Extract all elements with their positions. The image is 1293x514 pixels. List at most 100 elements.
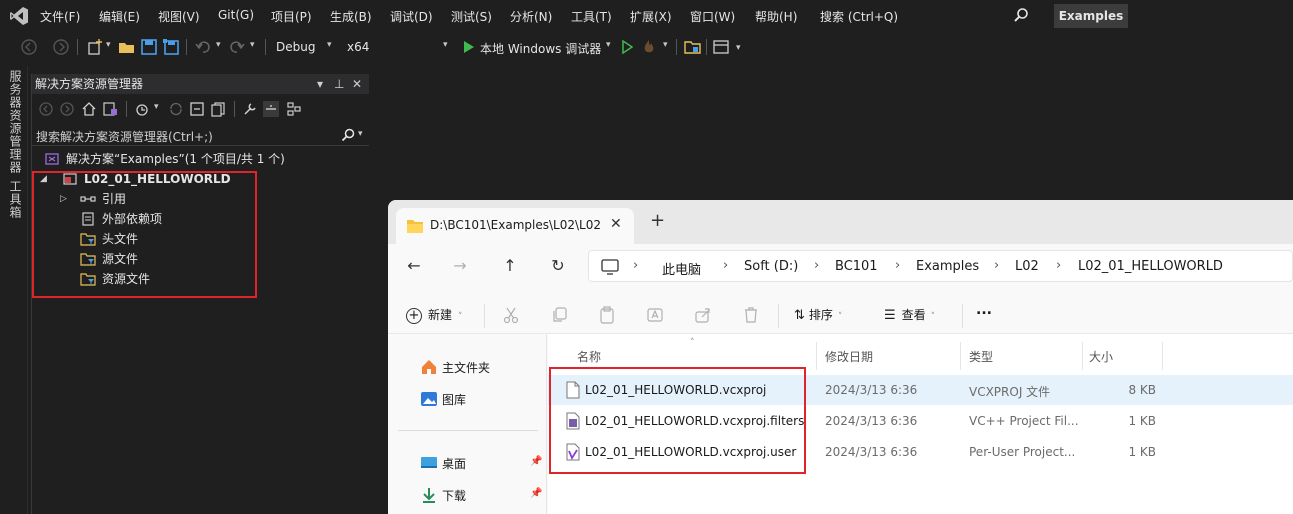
close-icon[interactable]: ✕	[352, 74, 362, 94]
forward-icon[interactable]	[59, 101, 75, 117]
solution-search-bar[interactable]: 搜索解决方案资源管理器(Ctrl+;) ▾	[32, 124, 369, 146]
platform-select[interactable]: x64	[347, 40, 369, 54]
share-icon[interactable]	[694, 306, 712, 324]
new-project-dropdown-icon[interactable]: ▾	[106, 40, 111, 50]
column-header-date[interactable]: 修改日期	[825, 348, 873, 365]
nav-desktop[interactable]: 桌面	[442, 455, 466, 472]
redo-dropdown-icon[interactable]: ▾	[250, 40, 255, 50]
nav-downloads[interactable]: 下载	[442, 487, 466, 504]
pending-changes-filter-icon[interactable]	[134, 101, 150, 117]
undo-icon[interactable]	[194, 38, 212, 56]
pane-splitter[interactable]	[546, 334, 547, 514]
menu-extensions[interactable]: 扩展(X)	[630, 8, 672, 25]
collapse-all-icon[interactable]	[189, 101, 205, 117]
redo-icon[interactable]	[228, 38, 246, 56]
pin-icon[interactable]: 📌	[530, 488, 542, 499]
window-layout-icon[interactable]	[712, 38, 730, 56]
show-all-files-icon[interactable]	[210, 101, 226, 117]
cut-icon[interactable]	[502, 306, 520, 324]
delete-icon[interactable]	[742, 306, 760, 324]
pin-icon[interactable]: 📌	[530, 456, 542, 467]
menu-project[interactable]: 项目(P)	[271, 8, 312, 25]
start-without-debugging-icon[interactable]	[618, 38, 636, 56]
open-folder-icon[interactable]	[118, 38, 136, 56]
preview-selected-items-icon[interactable]	[263, 101, 279, 117]
search-icon[interactable]	[1013, 7, 1029, 23]
menu-analyze[interactable]: 分析(N)	[510, 8, 552, 25]
back-icon[interactable]	[38, 101, 54, 117]
class-view-icon[interactable]	[286, 101, 302, 117]
back-arrow-icon[interactable]: ←	[404, 256, 424, 276]
copy-icon[interactable]	[550, 306, 568, 324]
menu-test[interactable]: 测试(S)	[451, 8, 492, 25]
undo-dropdown-icon[interactable]: ▾	[216, 40, 221, 50]
solution-folder-icon[interactable]	[684, 38, 702, 56]
menu-window[interactable]: 窗口(W)	[690, 8, 735, 25]
column-divider[interactable]	[816, 342, 817, 370]
search-icon[interactable]	[341, 128, 355, 142]
hot-reload-dropdown-icon[interactable]: ▾	[663, 40, 668, 50]
nav-home[interactable]: 主文件夹	[442, 359, 490, 376]
toolbox-tab[interactable]: 工具箱	[7, 180, 24, 219]
address-bar[interactable]: › 此电脑 › Soft (D:) › BC101 › Examples › L…	[588, 250, 1293, 282]
paste-icon[interactable]	[598, 306, 616, 324]
solution-search-input[interactable]: 搜索解决方案资源管理器(Ctrl+;)	[36, 128, 213, 145]
rename-icon[interactable]	[646, 306, 664, 324]
breadcrumb-this-pc[interactable]: 此电脑	[662, 259, 701, 278]
menu-tools[interactable]: 工具(T)	[571, 8, 612, 25]
platform-dropdown-icon[interactable]: ▾	[443, 40, 448, 50]
window-position-icon[interactable]: ▾	[317, 74, 323, 94]
column-divider[interactable]	[1082, 342, 1083, 370]
more-options-button[interactable]: ...	[976, 302, 992, 318]
breadcrumb-l02[interactable]: L02	[1015, 259, 1039, 274]
column-header-name[interactable]: 名称	[577, 348, 601, 365]
sort-button[interactable]: ⇅ 排序 ˅	[794, 306, 842, 323]
hot-reload-icon[interactable]	[640, 38, 658, 56]
server-explorer-tab[interactable]: 服务器资源管理器	[7, 70, 24, 174]
new-project-icon[interactable]	[86, 38, 104, 56]
switch-views-icon[interactable]	[102, 101, 118, 117]
column-divider[interactable]	[1162, 342, 1163, 370]
explorer-tab[interactable]: D:\BC101\Examples\L02\L02_01_HELLOWORLD …	[396, 208, 634, 244]
forward-arrow-icon[interactable]: →	[450, 256, 470, 276]
breadcrumb-drive[interactable]: Soft (D:)	[744, 259, 798, 274]
save-all-icon[interactable]	[162, 38, 180, 56]
pin-icon[interactable]: ⊥	[334, 74, 344, 94]
menu-edit[interactable]: 编辑(E)	[99, 8, 140, 25]
view-button[interactable]: ☰ 查看 ˅	[884, 306, 935, 323]
forward-icon[interactable]	[52, 38, 70, 56]
column-header-type[interactable]: 类型	[969, 348, 993, 365]
menu-git[interactable]: Git(G)	[218, 8, 254, 22]
refresh-icon[interactable]: ↻	[548, 256, 568, 276]
save-icon[interactable]	[140, 38, 158, 56]
configuration-dropdown-icon[interactable]: ▾	[327, 40, 332, 50]
back-icon[interactable]	[20, 38, 38, 56]
menu-debug[interactable]: 调试(D)	[390, 8, 433, 25]
breadcrumb-examples[interactable]: Examples	[916, 259, 979, 274]
menu-view[interactable]: 视图(V)	[158, 8, 200, 25]
menu-search[interactable]: 搜索 (Ctrl+Q)	[820, 8, 898, 25]
breadcrumb-current-folder[interactable]: L02_01_HELLOWORLD	[1078, 259, 1223, 274]
menu-build[interactable]: 生成(B)	[330, 8, 372, 25]
computer-icon	[601, 259, 619, 275]
close-tab-icon[interactable]: ✕	[610, 216, 622, 232]
configuration-select[interactable]: Debug	[276, 40, 315, 54]
filter-dropdown-icon[interactable]: ▾	[154, 102, 159, 112]
start-debugging-icon[interactable]	[460, 38, 478, 56]
column-header-size[interactable]: 大小	[1089, 348, 1113, 365]
column-divider[interactable]	[960, 342, 961, 370]
debug-target-dropdown-icon[interactable]: ▾	[606, 40, 611, 50]
home-icon[interactable]	[81, 101, 97, 117]
new-tab-icon[interactable]: +	[650, 212, 665, 230]
menu-help[interactable]: 帮助(H)	[755, 8, 797, 25]
properties-icon[interactable]	[242, 101, 258, 117]
breadcrumb-bc101[interactable]: BC101	[835, 259, 878, 274]
search-options-dropdown-icon[interactable]: ▾	[358, 129, 363, 139]
menu-file[interactable]: 文件(F)	[40, 8, 80, 25]
up-arrow-icon[interactable]: ↑	[500, 256, 520, 276]
sync-icon[interactable]	[168, 101, 184, 117]
toolbar-overflow-icon[interactable]: ▾	[736, 43, 741, 53]
start-debugging-button[interactable]: 本地 Windows 调试器	[480, 40, 601, 57]
new-button[interactable]: + 新建 ˅	[406, 306, 463, 324]
nav-gallery[interactable]: 图库	[442, 391, 466, 408]
